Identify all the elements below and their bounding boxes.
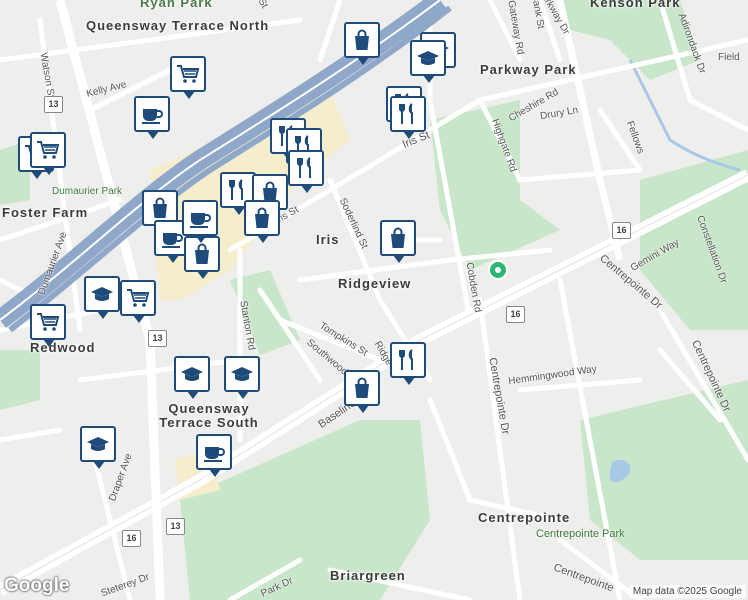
green-location-marker[interactable] <box>488 260 508 280</box>
shopping-bag-icon <box>153 197 167 218</box>
restaurant-icon <box>297 157 311 178</box>
neighbourhood-label: Kenson Park <box>590 0 681 10</box>
neighbourhood-label: Foster Farm <box>2 205 89 220</box>
neighbourhood-label: Ridgeview <box>338 276 412 291</box>
neighbourhood-label: Iris <box>316 232 340 247</box>
poi-pin-shopping[interactable] <box>344 370 380 413</box>
neighbourhood-label: Briargreen <box>330 568 406 583</box>
poi-pin-shopping[interactable] <box>244 200 280 243</box>
route-16-shield: 16 <box>506 306 525 323</box>
poi-pin-cafe[interactable] <box>196 434 232 477</box>
school-icon <box>87 437 109 451</box>
shopping-bag-icon <box>355 29 369 50</box>
poi-pin-grocery[interactable] <box>120 280 156 323</box>
poi-pin-school[interactable] <box>410 40 446 83</box>
poi-pin-school[interactable] <box>174 356 210 399</box>
route-13-shield: 13 <box>44 96 63 113</box>
neighbourhood-label: Redwood <box>30 340 96 355</box>
google-logo: Google <box>4 575 70 596</box>
restaurant-icon <box>399 349 413 370</box>
poi-pin-school[interactable] <box>80 426 116 469</box>
park-area <box>0 350 40 410</box>
park-label: Dumaurier Park <box>52 186 123 197</box>
grocery-cart-icon <box>177 65 200 83</box>
shopping-bag-icon <box>195 243 209 264</box>
poi-pin-school[interactable] <box>224 356 260 399</box>
neighbourhood-label: Parkway Park <box>480 62 577 77</box>
map-attribution[interactable]: Map data ©2025 Google <box>628 585 746 598</box>
school-icon <box>231 367 253 381</box>
park-label: Centrepointe Park <box>536 528 625 540</box>
street-label: Field <box>718 52 740 63</box>
school-icon <box>91 287 113 301</box>
restaurant-icon <box>399 103 413 124</box>
route-16-shield: 16 <box>122 530 141 547</box>
shopping-bag-icon <box>255 207 269 228</box>
grocery-cart-icon <box>37 313 60 331</box>
poi-pin-grocery[interactable] <box>170 56 206 99</box>
coffee-cup-icon <box>190 213 211 228</box>
poi-pin-shopping[interactable] <box>344 22 380 65</box>
poi-pin-grocery[interactable] <box>30 132 66 175</box>
poi-pin-shopping[interactable] <box>380 220 416 263</box>
poi-pin-school[interactable] <box>84 276 120 319</box>
poi-pin-grocery[interactable] <box>30 304 66 347</box>
shopping-bag-icon <box>391 227 405 248</box>
route-13-shield: 13 <box>148 330 167 347</box>
route-13-shield: 13 <box>166 518 185 535</box>
poi-pin-restaurant[interactable] <box>390 96 426 139</box>
grocery-cart-icon <box>37 141 60 159</box>
poi-pin-cafe[interactable] <box>134 96 170 139</box>
grocery-cart-icon <box>127 289 150 307</box>
coffee-cup-icon <box>142 109 163 124</box>
poi-pin-restaurant[interactable] <box>390 342 426 385</box>
neighbourhood-label: Queensway Terrace North <box>86 18 270 33</box>
coffee-cup-icon <box>204 447 225 462</box>
poi-pin-restaurant[interactable] <box>288 150 324 193</box>
neighbourhood-label: Queensway Terrace South <box>159 401 259 430</box>
neighbourhood-label: Ryan Park <box>140 0 213 10</box>
neighbourhood-label: Centrepointe <box>478 510 571 525</box>
route-16-shield: 16 <box>612 222 631 239</box>
shopping-bag-icon <box>355 377 369 398</box>
school-icon <box>417 51 439 65</box>
school-icon <box>181 367 203 381</box>
poi-pin-cafe[interactable] <box>182 200 218 243</box>
map-canvas[interactable]: Queensway Terrace North Parkway Park Fos… <box>0 0 748 600</box>
